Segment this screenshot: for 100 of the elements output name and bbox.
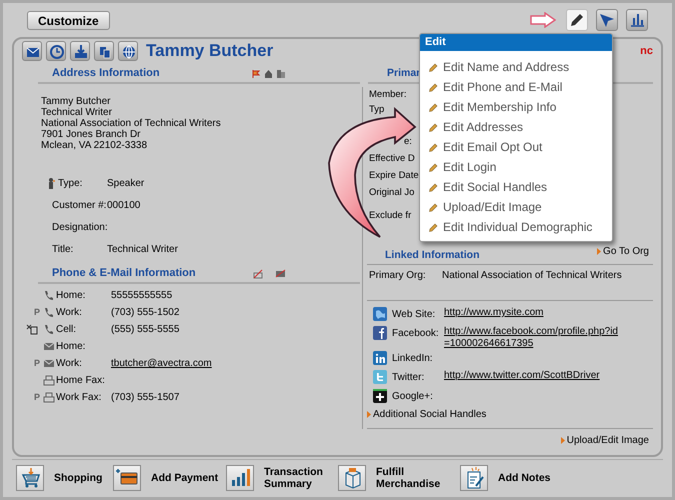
home-icon [264,69,273,78]
fax-icon [43,375,55,386]
menu-item[interactable]: Edit Individual Demographic [420,217,612,237]
menu-item[interactable]: Edit Membership Info [420,97,612,117]
menu-item[interactable]: Edit Email Opt Out [420,137,612,157]
field-label: Member: [369,88,406,102]
bullet-icon [597,248,602,255]
phone-icon [43,290,55,301]
address-line: Tammy Butcher [41,96,112,107]
link[interactable]: http://www.mysite.com [444,306,622,319]
field-label: Original Jo [369,186,414,200]
email-link[interactable]: tbutcher@avectra.com [111,356,212,371]
envelope-icon [43,341,55,352]
field-label: Expire Date [369,169,419,184]
menu-item[interactable]: Upload/Edit Image [420,197,612,217]
field-label: Primary Org: [369,270,426,281]
pencil-icon [429,102,438,112]
field-label: Home Fax: [56,375,105,386]
action-button[interactable]: Transaction Summary [226,464,338,490]
field-value: (555) 555-5555 [111,323,180,337]
phone-icon [43,324,55,335]
field-label: Type: [58,176,82,190]
menu-title: Edit [420,34,612,51]
bullet-icon [367,411,371,418]
pencil-icon [429,162,438,172]
phone-icon [43,307,55,318]
address-line: Technical Writer [41,107,113,118]
field-value: Speaker [107,176,144,190]
go-to-org-link[interactable]: Go To Org [597,244,649,259]
field-label: Work Fax: [56,392,102,403]
field-value: Technical Writer [107,242,178,256]
clock-icon [47,42,65,60]
field-label: Work: [56,307,82,318]
field-label: e: [404,135,412,150]
chart-button[interactable] [626,9,648,31]
pencil-icon [429,122,438,132]
primary-marker: P [34,390,40,404]
pencil-icon [429,82,438,92]
action-button[interactable]: Add Notes [460,464,572,490]
field-value: 000100 [107,198,140,212]
plus-icon [373,389,387,403]
menu-item[interactable]: Edit Addresses [420,117,612,137]
section-heading: Address Information [51,66,160,82]
alert-text: nc [640,44,653,59]
field-label: LinkedIn: [392,353,433,364]
fax-icon [43,392,55,403]
link[interactable]: http://www.twitter.com/ScottBDriver [444,369,622,382]
pencil-icon [429,222,438,232]
section-heading: Phone & E-Mail Information [51,266,196,282]
mail-button[interactable] [22,41,42,61]
download-button[interactable] [70,41,90,61]
menu-item[interactable]: Edit Login [420,157,612,177]
section-heading: Primar [386,66,420,81]
address-line: 7901 Jones Branch Dr [41,129,142,140]
building-icon [276,69,286,78]
menu-item[interactable]: Edit Social Handles [420,177,612,197]
customize-button[interactable]: Customize [27,10,110,30]
flag-icon [251,68,261,78]
cursor-button[interactable] [596,9,618,31]
action-button[interactable]: Shopping [16,464,113,490]
pencil-icon [429,202,438,212]
field-label: Google+: [392,391,433,402]
field-label: Designation: [52,220,108,234]
address-line: National Association of Technical Writers [41,118,222,129]
contact-name: Tammy Butcher [146,40,274,62]
link[interactable]: http://www.facebook.com/profile.php?id=100002646617395 [444,325,622,350]
field-label: Home: [56,290,86,301]
field-label: Web Site: [392,309,436,320]
additional-social-handles-link[interactable]: Additional Social Handles [367,407,486,422]
action-button[interactable]: Add Payment [113,464,226,490]
primary-marker: P [34,356,40,370]
field-label: Work: [56,358,82,369]
arrow-icon [530,12,556,28]
field-label: Typ [369,103,384,118]
field-label: Title: [52,242,74,256]
upload-image-link[interactable]: Upload/Edit Image [560,433,649,448]
no-mail-icon [275,269,286,278]
field-label: Cell: [56,324,76,335]
facebook-icon [373,326,387,340]
clock-button[interactable] [46,41,66,61]
copy-button[interactable] [94,41,114,61]
field-value: (703) 555-1507 [111,391,180,405]
pencil-icon [429,142,438,152]
field-label: Facebook: [392,328,439,339]
field-value: National Association of Technical Writers [442,269,622,283]
pencil-icon [429,62,438,72]
field-label: Twitter: [392,372,424,383]
no-fax-icon [253,268,263,278]
field-value: 55555555555 [111,289,172,303]
field-label: Effective D [369,152,415,166]
menu-item[interactable]: Edit Name and Address [420,57,612,77]
field-value: (703) 555-1502 [111,306,180,320]
menu-item[interactable]: Edit Phone and E-Mail [420,77,612,97]
pencil-button[interactable] [566,9,588,31]
field-label: Home: [56,341,86,352]
section-heading: Linked Information [384,248,480,264]
field-label: Exclude fr [369,209,412,224]
linkedin-icon [373,351,387,365]
action-button[interactable]: Fulfill Merchandise [338,464,460,490]
address-line: Mclean, VA 22102-3338 [41,140,148,151]
